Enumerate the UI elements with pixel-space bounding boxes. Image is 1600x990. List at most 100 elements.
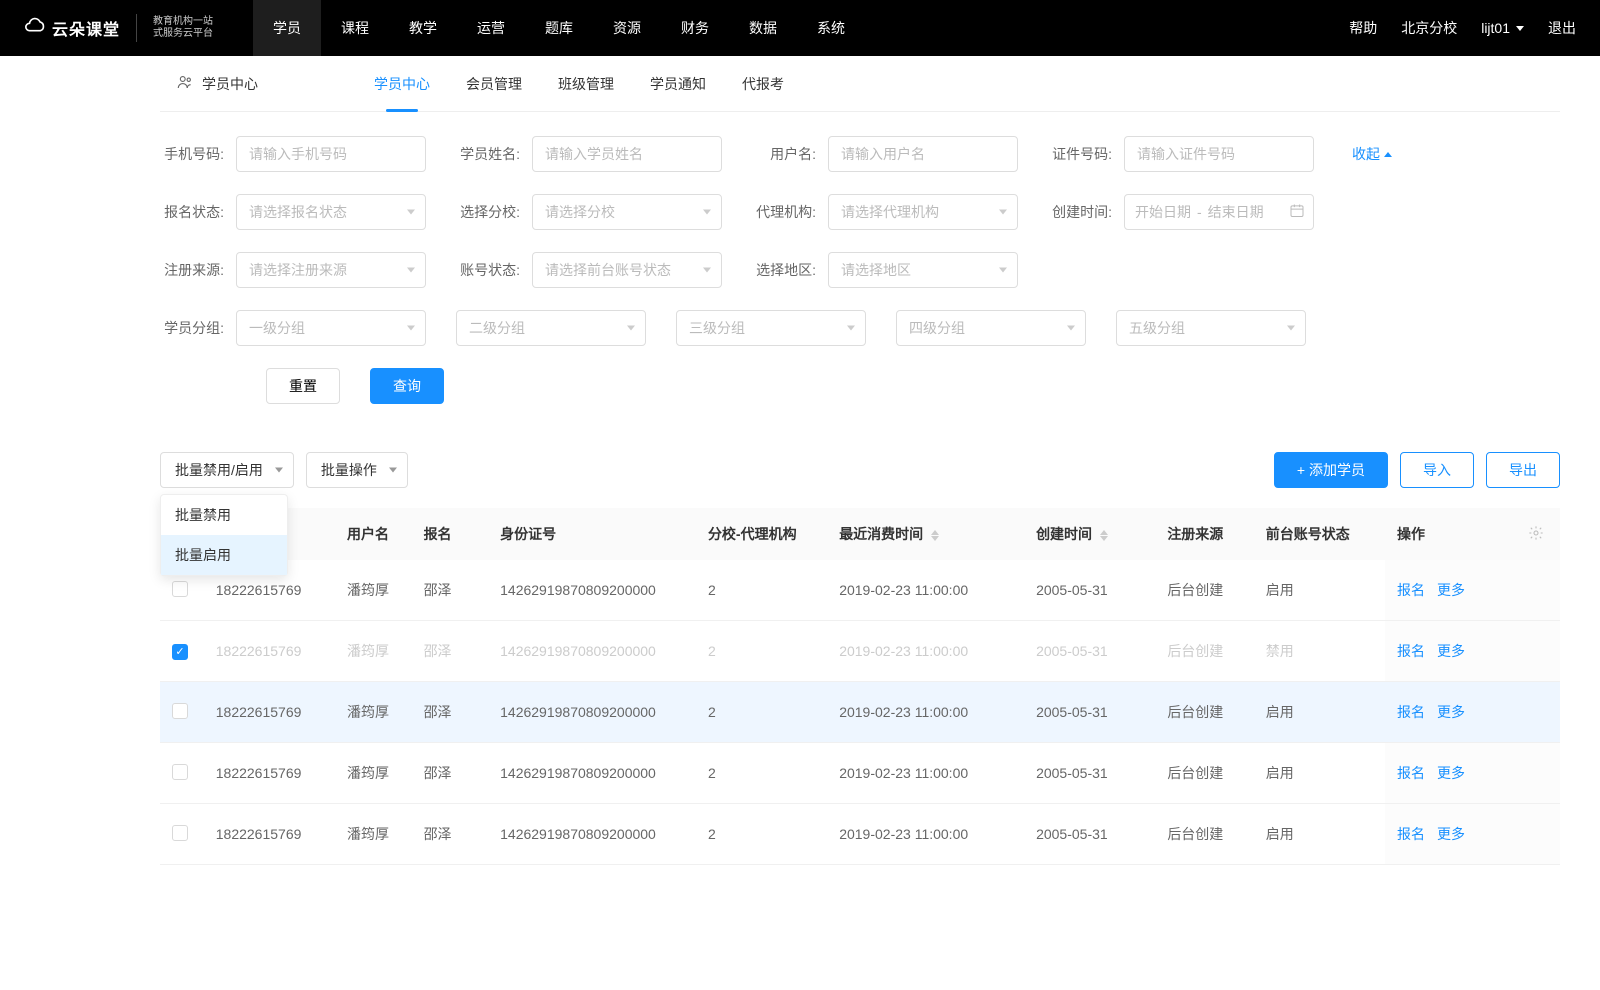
- cell-created: 2005-05-31: [1024, 682, 1155, 743]
- enroll-link[interactable]: 报名: [1397, 765, 1425, 781]
- col-status[interactable]: 前台账号状态: [1254, 508, 1385, 560]
- cell-branch: 2: [696, 804, 827, 865]
- nav-finance[interactable]: 财务: [661, 0, 729, 56]
- calendar-icon: [1289, 203, 1305, 222]
- idno-input[interactable]: [1124, 136, 1314, 172]
- collapse-toggle[interactable]: 收起: [1352, 144, 1392, 164]
- nav-question-bank[interactable]: 题库: [525, 0, 593, 56]
- cell-phone: 18222615769: [204, 621, 335, 682]
- group-level3-select[interactable]: 三级分组: [676, 310, 866, 346]
- nav-data[interactable]: 数据: [729, 0, 797, 56]
- username-label: 用户名:: [752, 144, 816, 164]
- branch-selector[interactable]: 北京分校: [1401, 18, 1457, 38]
- group-level2-select[interactable]: 二级分组: [456, 310, 646, 346]
- logout-link[interactable]: 退出: [1548, 18, 1576, 38]
- tab-proxy-exam[interactable]: 代报考: [742, 56, 784, 112]
- group-level5-select[interactable]: 五级分组: [1116, 310, 1306, 346]
- row-checkbox[interactable]: [172, 764, 188, 780]
- cell-last: 2019-02-23 11:00:00: [827, 682, 1024, 743]
- col-branch[interactable]: 分校-代理机构: [696, 508, 827, 560]
- nav-operations[interactable]: 运营: [457, 0, 525, 56]
- more-link[interactable]: 更多: [1437, 765, 1465, 781]
- more-link[interactable]: 更多: [1437, 582, 1465, 598]
- cell-enroll: 邵泽: [412, 621, 489, 682]
- row-checkbox[interactable]: ✓: [172, 644, 188, 660]
- cell-username: 潘筠厚: [335, 621, 412, 682]
- tab-student-center[interactable]: 学员中心: [374, 56, 430, 112]
- nav-students[interactable]: 学员: [253, 0, 321, 56]
- search-button[interactable]: 查询: [370, 368, 444, 404]
- top-nav: 云朵课堂 教育机构一站 式服务云平台 学员 课程 教学 运营 题库 资源 财务 …: [0, 0, 1600, 56]
- username-input[interactable]: [828, 136, 1018, 172]
- col-source[interactable]: 注册来源: [1155, 508, 1253, 560]
- name-input[interactable]: [532, 136, 722, 172]
- enroll-link[interactable]: 报名: [1397, 582, 1425, 598]
- add-student-button[interactable]: + 添加学员: [1274, 452, 1388, 488]
- acct-status-select[interactable]: 请选择前台账号状态: [532, 252, 722, 288]
- tab-student-notice[interactable]: 学员通知: [650, 56, 706, 112]
- reset-button[interactable]: 重置: [266, 368, 340, 404]
- reg-source-label: 注册来源:: [160, 260, 224, 280]
- enroll-link[interactable]: 报名: [1397, 704, 1425, 720]
- nav-teaching[interactable]: 教学: [389, 0, 457, 56]
- import-button[interactable]: 导入: [1400, 452, 1474, 488]
- nav-resources[interactable]: 资源: [593, 0, 661, 56]
- table-row: ✓18222615769潘筠厚邵泽14262919870809200000220…: [160, 621, 1560, 682]
- group-level1-select[interactable]: 一级分组: [236, 310, 426, 346]
- page-title: 学员中心: [202, 74, 258, 94]
- more-link[interactable]: 更多: [1437, 826, 1465, 842]
- col-idno[interactable]: 身份证号: [488, 508, 696, 560]
- phone-input[interactable]: [236, 136, 426, 172]
- chevron-down-icon: [627, 326, 635, 331]
- create-time-label: 创建时间:: [1048, 202, 1112, 222]
- cell-idno: 14262919870809200000: [488, 804, 696, 865]
- enroll-link[interactable]: 报名: [1397, 643, 1425, 659]
- region-select[interactable]: 请选择地区: [828, 252, 1018, 288]
- tab-member-mgmt[interactable]: 会员管理: [466, 56, 522, 112]
- row-checkbox[interactable]: [172, 703, 188, 719]
- top-menu: 学员 课程 教学 运营 题库 资源 财务 数据 系统: [253, 0, 865, 56]
- bulk-disable-option[interactable]: 批量禁用: [161, 495, 287, 535]
- tab-class-mgmt[interactable]: 班级管理: [558, 56, 614, 112]
- divider: [136, 14, 137, 42]
- cell-enroll: 邵泽: [412, 560, 489, 621]
- bulk-toggle-dropdown[interactable]: 批量禁用/启用: [160, 452, 294, 488]
- more-link[interactable]: 更多: [1437, 704, 1465, 720]
- chevron-down-icon: [847, 326, 855, 331]
- user-menu[interactable]: lijt01: [1481, 20, 1524, 36]
- gear-icon[interactable]: [1528, 528, 1544, 544]
- phone-label: 手机号码:: [160, 144, 224, 164]
- row-checkbox[interactable]: [172, 825, 188, 841]
- col-enroll[interactable]: 报名: [412, 508, 489, 560]
- bulk-enable-option[interactable]: 批量启用: [161, 535, 287, 575]
- row-checkbox[interactable]: [172, 581, 188, 597]
- nav-system[interactable]: 系统: [797, 0, 865, 56]
- cell-username: 潘筠厚: [335, 743, 412, 804]
- help-link[interactable]: 帮助: [1349, 18, 1377, 38]
- col-last-consume[interactable]: 最近消费时间: [827, 508, 1024, 560]
- bulk-ops-dropdown[interactable]: 批量操作: [306, 452, 408, 488]
- enroll-status-select[interactable]: 请选择报名状态: [236, 194, 426, 230]
- chevron-down-icon: [1287, 326, 1295, 331]
- chevron-down-icon: [275, 468, 283, 473]
- cell-source: 后台创建: [1155, 560, 1253, 621]
- nav-courses[interactable]: 课程: [321, 0, 389, 56]
- reg-source-select[interactable]: 请选择注册来源: [236, 252, 426, 288]
- enroll-link[interactable]: 报名: [1397, 826, 1425, 842]
- cell-source: 后台创建: [1155, 621, 1253, 682]
- cell-last: 2019-02-23 11:00:00: [827, 743, 1024, 804]
- cell-created: 2005-05-31: [1024, 560, 1155, 621]
- more-link[interactable]: 更多: [1437, 643, 1465, 659]
- acct-status-label: 账号状态:: [456, 260, 520, 280]
- group-level4-select[interactable]: 四级分组: [896, 310, 1086, 346]
- create-time-range[interactable]: 开始日期 - 结束日期: [1124, 194, 1314, 230]
- col-created[interactable]: 创建时间: [1024, 508, 1155, 560]
- table-row: 18222615769潘筠厚邵泽142629198708092000002201…: [160, 560, 1560, 621]
- cell-last: 2019-02-23 11:00:00: [827, 621, 1024, 682]
- branch-select[interactable]: 请选择分校: [532, 194, 722, 230]
- export-button[interactable]: 导出: [1486, 452, 1560, 488]
- agency-select[interactable]: 请选择代理机构: [828, 194, 1018, 230]
- chevron-down-icon: [999, 268, 1007, 273]
- cell-username: 潘筠厚: [335, 560, 412, 621]
- col-username[interactable]: 用户名: [335, 508, 412, 560]
